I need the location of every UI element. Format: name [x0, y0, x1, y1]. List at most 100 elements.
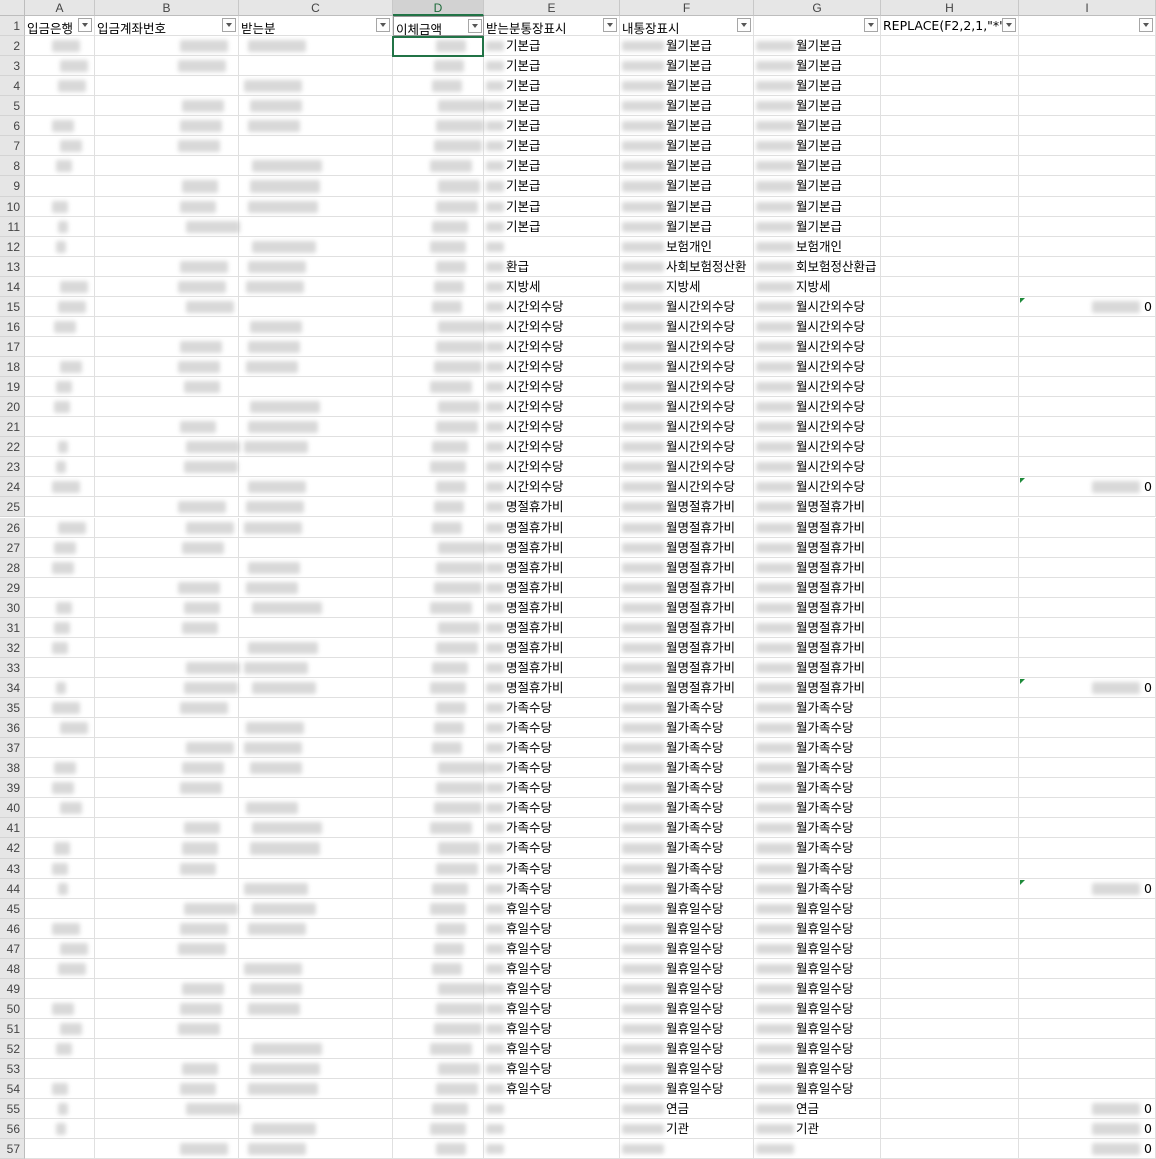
row-header[interactable]: 49	[0, 978, 25, 999]
table-cell[interactable]	[881, 597, 1019, 618]
table-cell[interactable]	[881, 758, 1019, 779]
table-cell[interactable]	[1019, 617, 1156, 638]
table-cell[interactable]	[1019, 417, 1156, 438]
table-cell[interactable]	[881, 397, 1019, 418]
table-cell[interactable]: 휴일수당	[484, 1019, 620, 1040]
table-cell[interactable]	[1019, 256, 1156, 277]
row-header[interactable]: 14	[0, 276, 25, 297]
row-header[interactable]: 45	[0, 898, 25, 919]
table-cell[interactable]	[1019, 1039, 1156, 1060]
table-cell[interactable]	[881, 36, 1019, 57]
table-cell[interactable]	[881, 698, 1019, 719]
row-header[interactable]: 4	[0, 76, 25, 97]
row-header[interactable]: 46	[0, 918, 25, 939]
row-header[interactable]: 8	[0, 156, 25, 177]
table-cell[interactable]	[95, 878, 239, 899]
row-header[interactable]: 2	[0, 36, 25, 57]
table-cell[interactable]: 시간외수당	[484, 357, 620, 378]
column-header-a[interactable]: A	[25, 0, 95, 16]
table-cell[interactable]	[25, 657, 95, 678]
column-header-c[interactable]: C	[239, 0, 393, 16]
table-cell[interactable]	[95, 196, 239, 217]
table-cell[interactable]: 시간외수당	[484, 457, 620, 478]
table-cell[interactable]	[95, 1039, 239, 1060]
row-header[interactable]: 55	[0, 1099, 25, 1120]
table-cell[interactable]	[239, 457, 393, 478]
header-cell-b[interactable]: 입금계좌번호	[95, 16, 239, 37]
table-cell[interactable]	[1019, 657, 1156, 678]
table-cell[interactable]	[239, 617, 393, 638]
table-cell[interactable]: 명절휴가비	[484, 657, 620, 678]
table-cell[interactable]: 명절휴가비	[484, 497, 620, 518]
table-cell[interactable]	[881, 1119, 1019, 1140]
table-cell[interactable]	[239, 56, 393, 77]
table-cell[interactable]	[881, 898, 1019, 919]
table-cell[interactable]: 명절휴가비	[484, 637, 620, 658]
header-cell-e[interactable]: 받는분통장표시	[484, 16, 620, 37]
row-header[interactable]: 10	[0, 196, 25, 217]
table-cell[interactable]	[1019, 316, 1156, 337]
row-header[interactable]: 23	[0, 457, 25, 478]
table-cell[interactable]	[95, 557, 239, 578]
table-cell[interactable]: 기본급	[484, 36, 620, 57]
table-cell[interactable]	[881, 116, 1019, 137]
row-header[interactable]: 3	[0, 56, 25, 77]
table-cell[interactable]	[1019, 738, 1156, 759]
row-header[interactable]: 5	[0, 96, 25, 117]
row-header[interactable]: 16	[0, 316, 25, 337]
table-cell[interactable]	[239, 938, 393, 959]
table-cell[interactable]: 가족수당	[484, 838, 620, 859]
table-cell[interactable]	[25, 256, 95, 277]
table-cell[interactable]	[881, 637, 1019, 658]
table-cell[interactable]	[1019, 377, 1156, 398]
table-cell[interactable]	[881, 557, 1019, 578]
table-cell[interactable]	[484, 1099, 620, 1120]
row-header[interactable]: 54	[0, 1079, 25, 1100]
row-header[interactable]: 33	[0, 657, 25, 678]
table-cell[interactable]	[1019, 437, 1156, 458]
filter-dropdown-icon[interactable]	[737, 18, 751, 32]
table-cell[interactable]	[25, 417, 95, 438]
header-cell-d[interactable]: 이체금액	[393, 16, 484, 37]
table-cell[interactable]	[881, 978, 1019, 999]
table-cell[interactable]	[1019, 557, 1156, 578]
active-cell-selection[interactable]	[392, 36, 484, 58]
table-cell[interactable]	[1019, 336, 1156, 357]
column-header-b[interactable]: B	[95, 0, 239, 16]
table-cell[interactable]: 기본급	[484, 56, 620, 77]
row-header[interactable]: 44	[0, 878, 25, 899]
row-header[interactable]: 40	[0, 798, 25, 819]
filter-dropdown-icon[interactable]	[222, 18, 236, 32]
table-cell[interactable]	[1019, 136, 1156, 157]
table-cell[interactable]: 가족수당	[484, 858, 620, 879]
table-cell[interactable]	[1019, 798, 1156, 819]
table-cell[interactable]	[881, 377, 1019, 398]
table-cell[interactable]	[484, 1139, 620, 1159]
table-cell[interactable]	[1019, 156, 1156, 177]
table-cell[interactable]	[881, 878, 1019, 899]
table-cell[interactable]	[239, 537, 393, 558]
table-cell[interactable]: 지방세	[484, 276, 620, 297]
table-cell[interactable]	[881, 136, 1019, 157]
table-cell[interactable]	[881, 276, 1019, 297]
row-header[interactable]: 6	[0, 116, 25, 137]
table-cell[interactable]	[1019, 1019, 1156, 1040]
row-header[interactable]: 34	[0, 677, 25, 699]
row-header[interactable]: 20	[0, 397, 25, 418]
table-cell[interactable]	[1019, 978, 1156, 999]
table-cell[interactable]	[1019, 497, 1156, 518]
table-cell[interactable]	[881, 778, 1019, 799]
table-cell[interactable]	[1019, 778, 1156, 799]
table-cell[interactable]	[1019, 938, 1156, 959]
row-header[interactable]: 17	[0, 336, 25, 357]
table-cell[interactable]	[881, 577, 1019, 598]
table-cell[interactable]	[239, 1019, 393, 1040]
table-cell[interactable]: 휴일수당	[484, 978, 620, 999]
table-cell[interactable]	[239, 858, 393, 879]
table-cell[interactable]	[95, 798, 239, 819]
row-header-1[interactable]: 1	[0, 16, 25, 37]
row-header[interactable]: 19	[0, 377, 25, 398]
filter-dropdown-icon[interactable]	[1139, 18, 1153, 32]
table-cell[interactable]: 시간외수당	[484, 377, 620, 398]
column-header-i[interactable]: I	[1019, 0, 1156, 16]
